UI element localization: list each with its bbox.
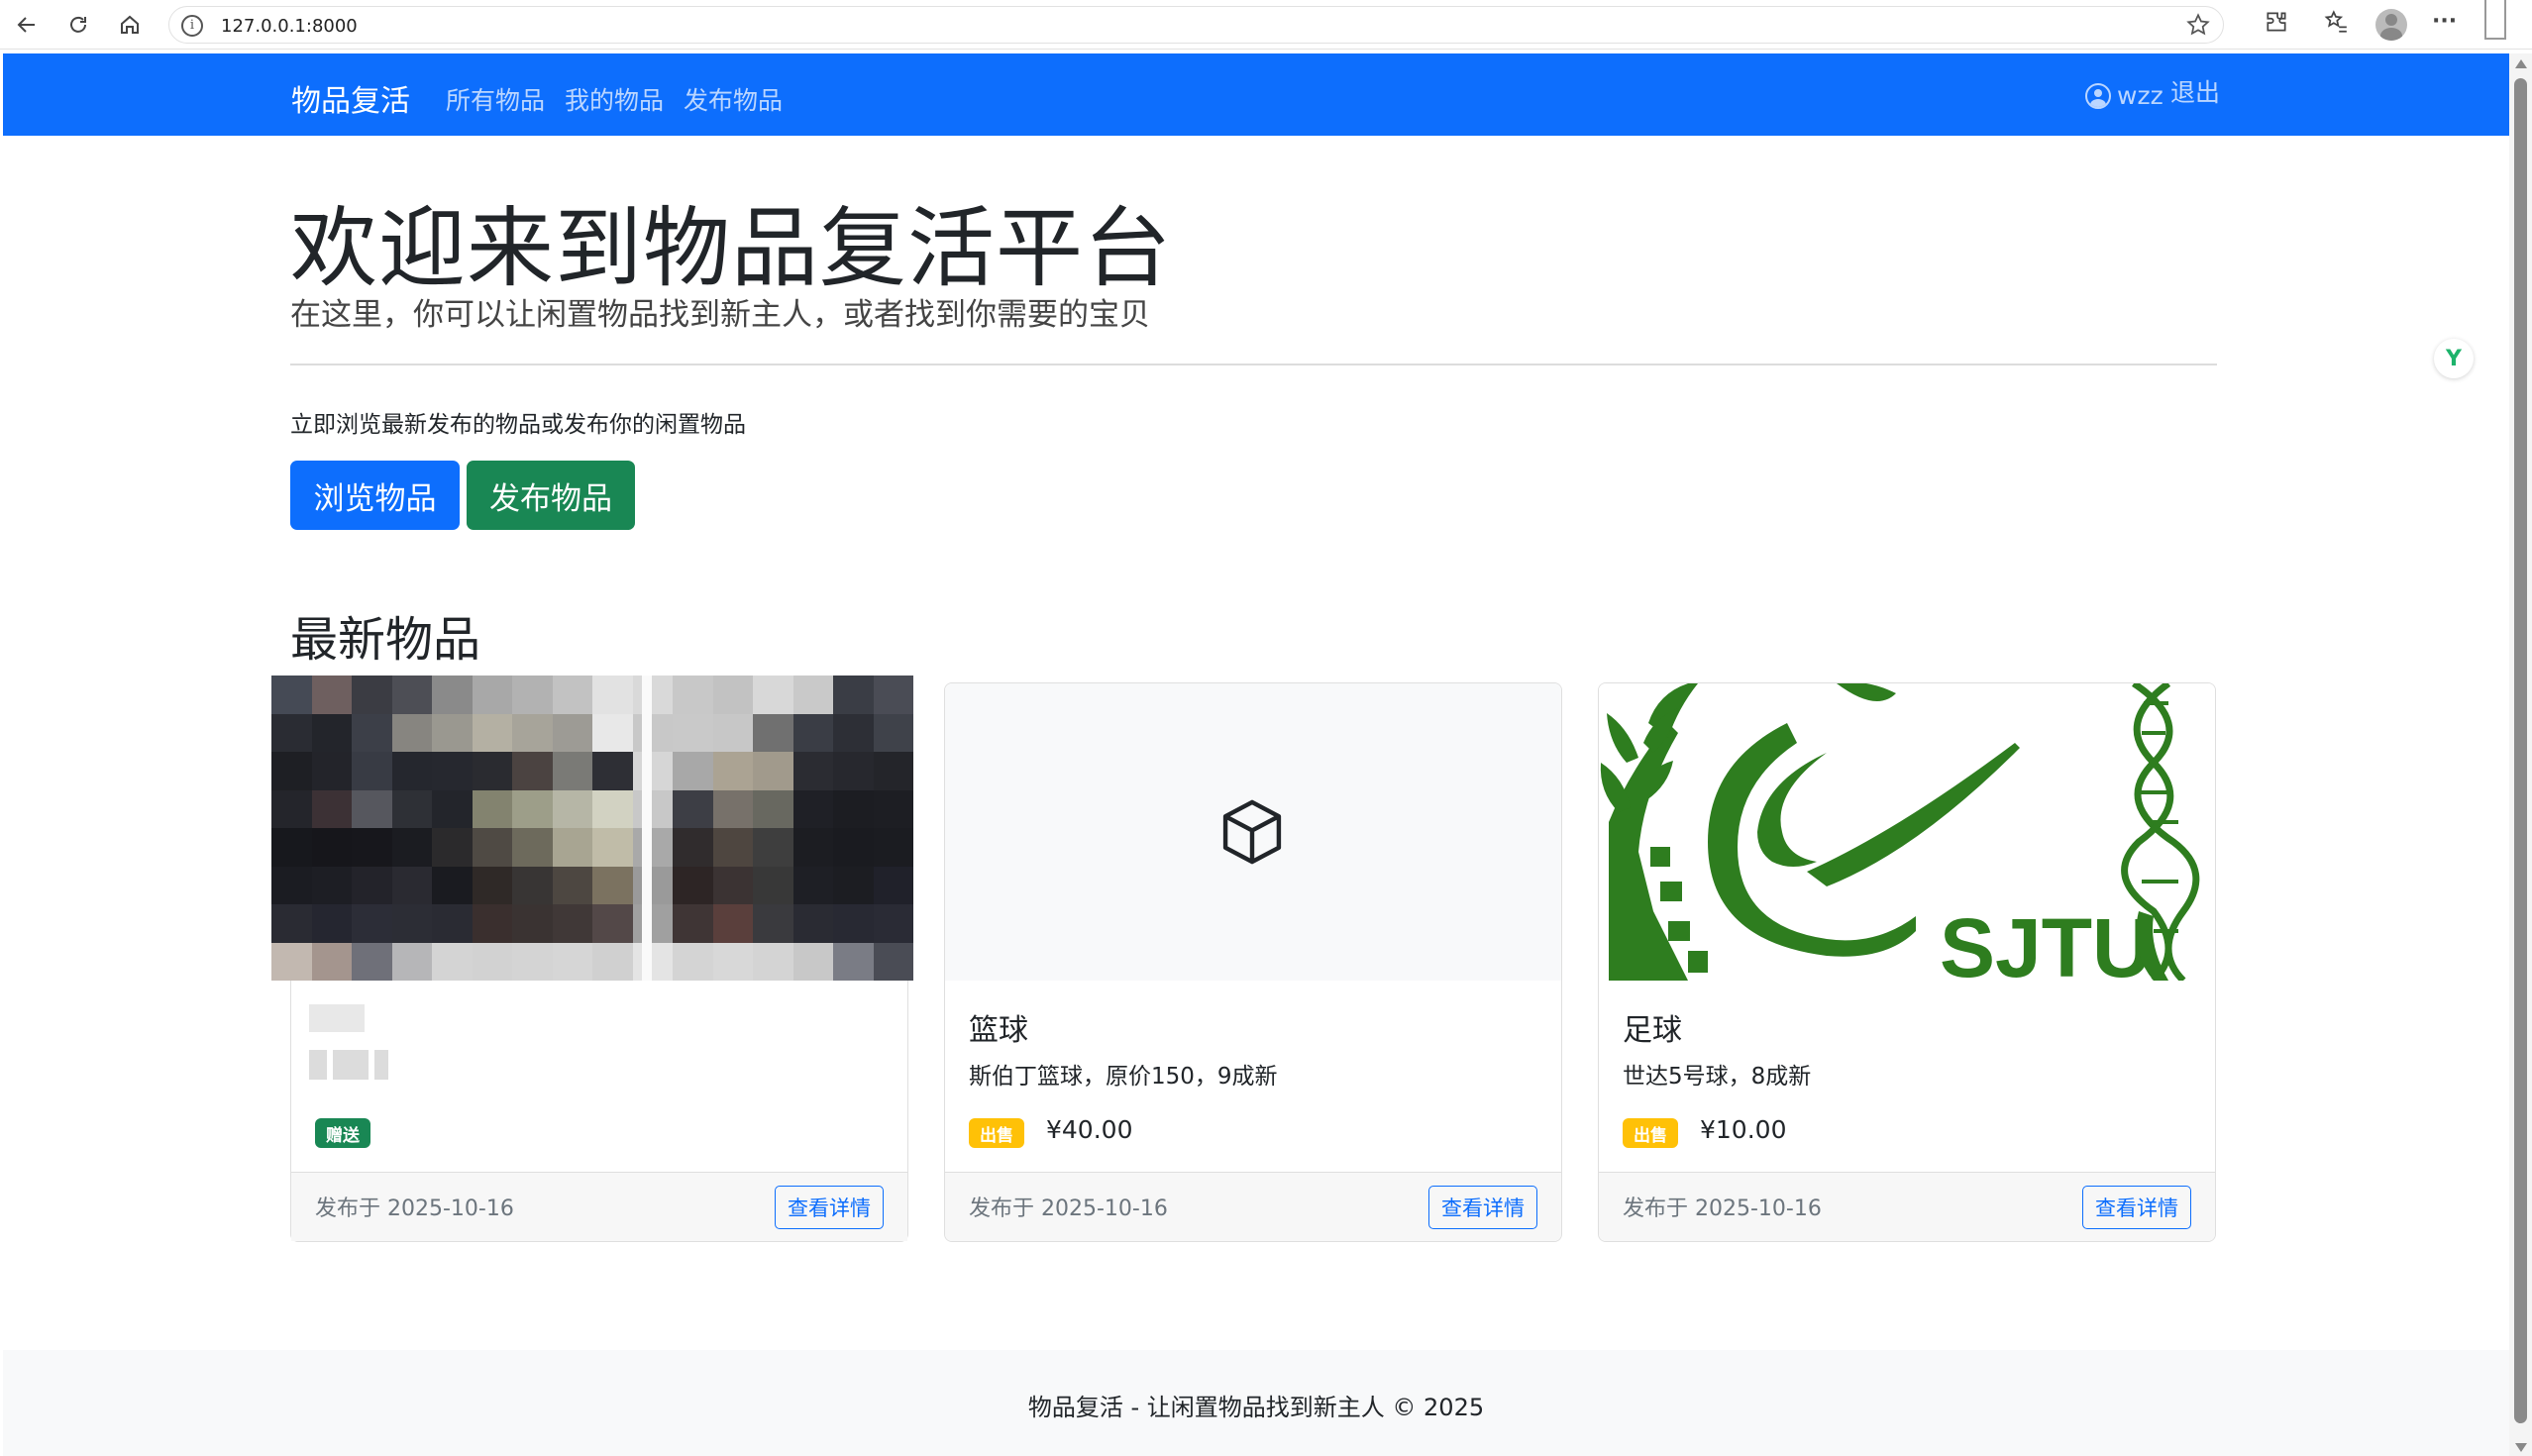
publish-date: 发布于 2025-10-16 bbox=[969, 1196, 1168, 1221]
view-detail-button[interactable]: 查看详情 bbox=[1428, 1186, 1537, 1229]
status-badge: 赠送 bbox=[315, 1118, 370, 1148]
pixelated-photo bbox=[271, 676, 913, 981]
page-footer: 物品复活 - 让闲置物品找到新主人 © 2025 bbox=[3, 1350, 2509, 1456]
side-widget-button[interactable]: Y bbox=[2434, 339, 2474, 378]
window-control[interactable] bbox=[2484, 0, 2506, 40]
star-icon[interactable] bbox=[2185, 12, 2211, 44]
logout-link[interactable]: 退出 bbox=[2170, 73, 2220, 109]
status-badge: 出售 bbox=[1623, 1118, 1678, 1148]
item-title: 篮球 bbox=[969, 1013, 1028, 1048]
item-description: 斯伯丁篮球，原价150，9成新 bbox=[969, 1064, 1278, 1090]
hero-lead: 在这里，你可以让闲置物品找到新主人，或者找到你需要的宝贝 bbox=[290, 297, 1150, 333]
card-footer: 发布于 2025-10-16 查看详情 bbox=[945, 1172, 1561, 1241]
hero-title: 欢迎来到物品复活平台 bbox=[290, 197, 1173, 299]
item-card[interactable]: SJTU 足球 世达5号球，8成新 出售 ¥10.00 发布于 2025-10-… bbox=[1598, 682, 2216, 1242]
item-description: 世达5号球，8成新 bbox=[1623, 1064, 1812, 1090]
publish-item-button[interactable]: 发布物品 bbox=[467, 461, 635, 530]
scroll-down-icon[interactable] bbox=[2515, 1443, 2527, 1452]
page-scrollbar[interactable] bbox=[2509, 53, 2532, 1456]
favorites-icon[interactable] bbox=[2323, 9, 2349, 41]
publish-date: 发布于 2025-10-16 bbox=[315, 1196, 514, 1221]
puzzle-icon[interactable] bbox=[2264, 9, 2289, 41]
browse-items-button[interactable]: 浏览物品 bbox=[290, 461, 460, 530]
username: wzz bbox=[2117, 81, 2163, 110]
footer-text: 物品复活 - 让闲置物品找到新主人 © 2025 bbox=[1027, 1394, 1485, 1421]
item-price: ¥10.00 bbox=[1700, 1115, 1787, 1144]
home-button[interactable] bbox=[113, 8, 147, 42]
scrollbar-thumb[interactable] bbox=[2514, 78, 2527, 1423]
publish-date: 发布于 2025-10-16 bbox=[1623, 1196, 1822, 1221]
browser-toolbar: i 127.0.0.1:8000 ··· bbox=[0, 0, 2532, 50]
reload-button[interactable] bbox=[61, 8, 95, 42]
latest-items-title: 最新物品 bbox=[290, 612, 481, 668]
nav-link-all-items[interactable]: 所有物品 bbox=[446, 81, 545, 117]
navbar-brand[interactable]: 物品复活 bbox=[291, 76, 410, 120]
more-menu-icon[interactable]: ··· bbox=[2432, 9, 2457, 34]
item-image[interactable] bbox=[945, 683, 1561, 981]
blurred-title bbox=[309, 1004, 365, 1032]
reload-icon bbox=[70, 16, 86, 33]
view-detail-button[interactable]: 查看详情 bbox=[775, 1186, 884, 1229]
sjtu-logo: SJTU bbox=[1600, 683, 2200, 994]
blurred-description bbox=[309, 1050, 390, 1080]
hero-divider bbox=[290, 364, 2217, 365]
nav-link-publish[interactable]: 发布物品 bbox=[684, 81, 783, 117]
mosaic-gap bbox=[642, 676, 652, 981]
user-circle-icon bbox=[2085, 82, 2111, 109]
card-footer: 发布于 2025-10-16 查看详情 bbox=[1599, 1172, 2215, 1241]
site-navbar: 物品复活 所有物品 我的物品 发布物品 wzz 退出 bbox=[3, 53, 2509, 136]
address-bar[interactable]: i 127.0.0.1:8000 bbox=[168, 6, 2224, 44]
status-badge: 出售 bbox=[969, 1118, 1024, 1148]
url-text[interactable]: 127.0.0.1:8000 bbox=[221, 16, 358, 37]
hero-text: 立即浏览最新发布的物品或发布你的闲置物品 bbox=[290, 412, 746, 438]
item-image[interactable] bbox=[271, 676, 913, 981]
scroll-up-icon[interactable] bbox=[2515, 59, 2527, 68]
home-icon bbox=[121, 15, 139, 34]
sjtu-logo-text: SJTU bbox=[1940, 901, 2153, 981]
arrow-left-icon bbox=[17, 17, 35, 33]
nav-link-my-items[interactable]: 我的物品 bbox=[565, 81, 664, 117]
item-title: 足球 bbox=[1623, 1013, 1682, 1048]
box-icon bbox=[1222, 799, 1282, 865]
view-detail-button[interactable]: 查看详情 bbox=[2082, 1186, 2191, 1229]
profile-avatar[interactable] bbox=[2375, 9, 2407, 41]
item-card[interactable]: 赠送 发布于 2025-10-16 查看详情 bbox=[271, 676, 913, 1242]
card-footer: 发布于 2025-10-16 查看详情 bbox=[291, 1172, 907, 1241]
back-button[interactable] bbox=[10, 8, 44, 42]
site-info-icon[interactable]: i bbox=[181, 15, 203, 37]
item-image[interactable]: SJTU bbox=[1599, 683, 2215, 994]
user-menu[interactable]: wzz bbox=[2085, 81, 2163, 110]
item-card[interactable]: 篮球 斯伯丁篮球，原价150，9成新 出售 ¥40.00 发布于 2025-10… bbox=[944, 682, 1562, 1242]
item-price: ¥40.00 bbox=[1046, 1115, 1133, 1144]
